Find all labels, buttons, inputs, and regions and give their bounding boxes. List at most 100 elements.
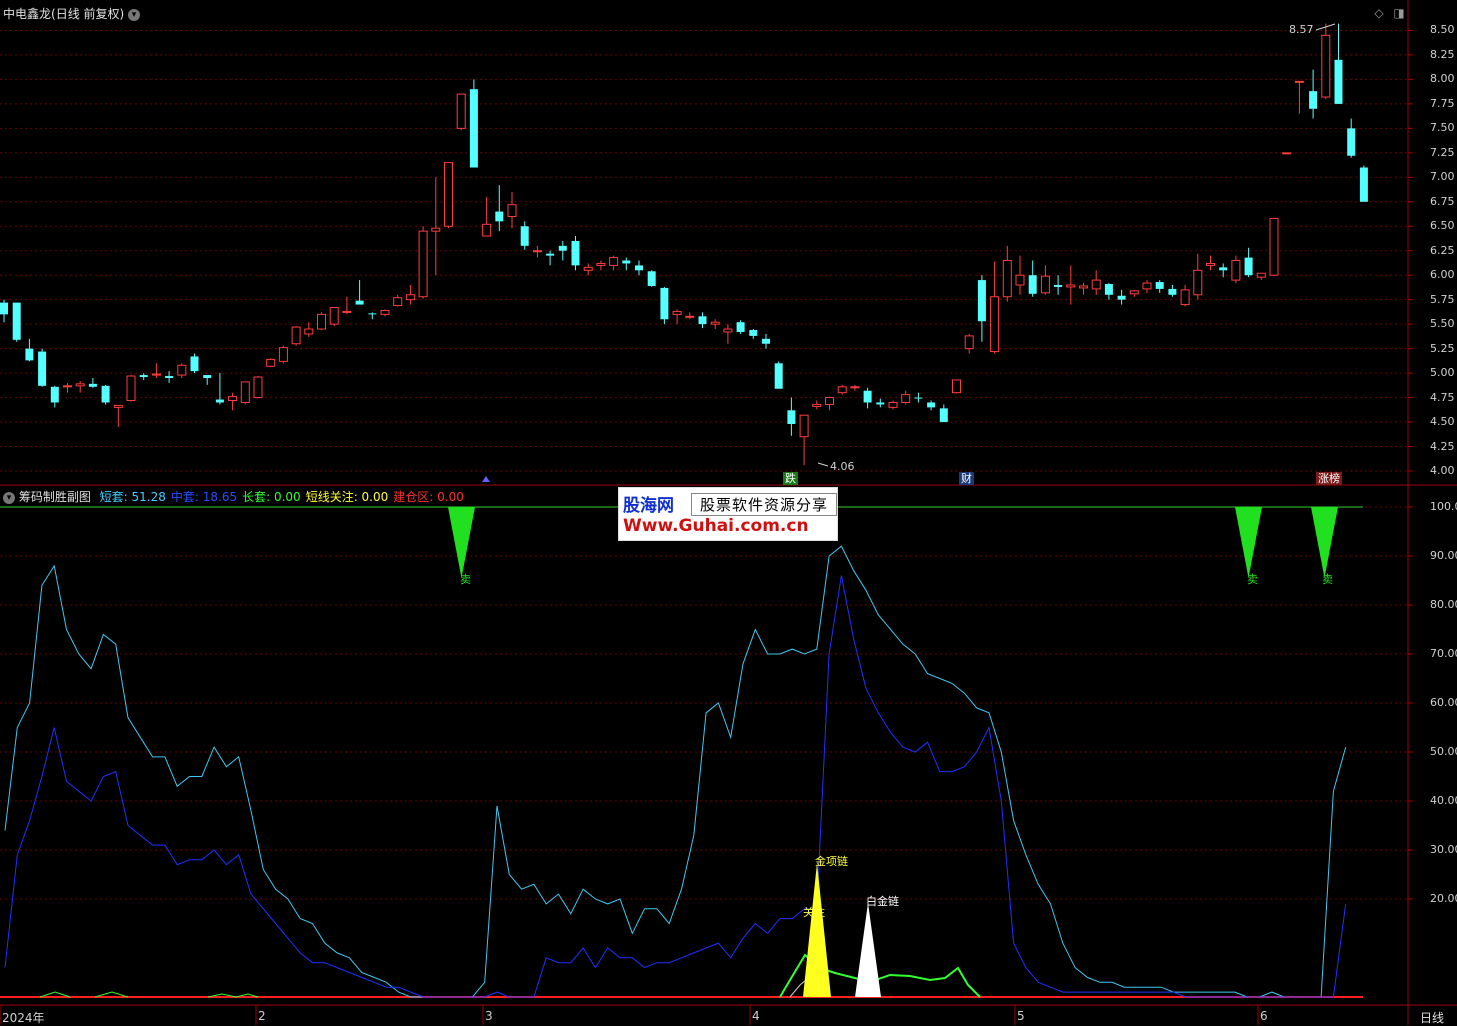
short-trap-line — [4, 545, 1347, 998]
event-badge-top-gainer[interactable]: 涨榜 — [1316, 472, 1342, 485]
price-tick-label-14: 5.00 — [1430, 366, 1455, 380]
indicator-tick-label-1: 90.00 — [1430, 549, 1457, 562]
chevron-down-icon[interactable]: ▾ — [3, 491, 15, 504]
candle-body-down — [939, 408, 948, 423]
candle-body-up — [952, 379, 961, 394]
candle-body-up — [342, 310, 352, 313]
price-tick-label-1: 8.25 — [1430, 47, 1455, 61]
indicator-tick-label-6: 40.00 — [1430, 794, 1457, 807]
white-chain-label: 白金链 — [866, 895, 899, 908]
event-marker — [482, 476, 490, 482]
indicator-tick-label-0: 100.0 — [1430, 500, 1457, 513]
indicator-tick-label-2: 80.00 — [1430, 598, 1457, 611]
candle-body-up — [431, 227, 441, 232]
candle-body-down — [190, 356, 199, 372]
diamond-icon[interactable]: ◇ — [1372, 6, 1386, 20]
candle-body-up — [825, 397, 834, 405]
candle-body-down — [749, 330, 758, 336]
candle-body-down — [1334, 59, 1343, 104]
candle-body-up — [75, 383, 85, 387]
candle-body-down — [1359, 167, 1368, 202]
candle-body-up — [444, 162, 453, 227]
event-badge-finance[interactable]: 财 — [959, 472, 974, 485]
candle-body-down — [469, 89, 478, 168]
candle-body-up — [583, 266, 593, 271]
candle-body-up — [240, 381, 250, 403]
date-label-4: 5 — [1017, 1009, 1025, 1023]
candle-body-up — [253, 376, 263, 399]
indicator-tick-label-3: 70.00 — [1430, 647, 1457, 660]
candle-body-up — [850, 386, 860, 389]
candle-body-down — [660, 287, 669, 320]
price-tick-label-7: 6.75 — [1430, 194, 1455, 208]
price-tick-label-4: 7.50 — [1430, 121, 1455, 135]
candle-body-down — [139, 375, 148, 378]
candle-body-down — [50, 386, 59, 403]
candle-body-down — [1104, 284, 1113, 295]
candle-body-down — [927, 402, 936, 408]
candle-body-down — [762, 338, 770, 344]
date-label-2: 3 — [485, 1009, 493, 1023]
price-tick-label-16: 4.50 — [1430, 415, 1455, 429]
candle-body-up — [151, 373, 161, 376]
low-price-note: 4.06 — [830, 460, 855, 473]
period-button[interactable]: 日线 — [1420, 1009, 1444, 1026]
sell-signal-triangle — [1311, 507, 1338, 578]
window-toggle-icon[interactable]: ◨ — [1392, 6, 1406, 20]
candle-body-up — [126, 375, 136, 402]
candle-body-up — [329, 307, 339, 325]
candle-body-down — [0, 302, 8, 315]
candle-body-down — [203, 375, 212, 378]
candle-body-down — [558, 245, 567, 251]
candle-body-up — [596, 262, 606, 266]
candle-body-up — [1066, 284, 1076, 288]
candle-body-down — [88, 383, 97, 387]
sell-label-1: 卖 — [1247, 573, 1258, 586]
candle-body-down — [355, 300, 364, 305]
candle-body-up — [685, 315, 695, 318]
candle-body-up — [393, 297, 403, 307]
price-tick-label-2: 8.00 — [1430, 72, 1455, 86]
candle-body-up — [672, 310, 682, 315]
price-tick-label-17: 4.25 — [1430, 439, 1455, 453]
price-tick-label-8: 6.50 — [1430, 219, 1455, 233]
candle-body-up — [1256, 272, 1266, 278]
watermark-banner: 股海网 股票软件资源分享 Www.Guhai.com.cn — [618, 487, 838, 541]
candle-body-up — [418, 230, 428, 298]
price-tick-label-0: 8.50 — [1430, 23, 1455, 37]
candle-body-up — [609, 257, 619, 266]
price-tick-label-9: 6.25 — [1430, 243, 1455, 257]
price-tick-label-10: 6.00 — [1430, 268, 1455, 282]
watermark-brand: 股海网 — [623, 496, 674, 516]
sell-label-2: 卖 — [1322, 573, 1333, 586]
candle-body-down — [571, 240, 580, 266]
candle-body-up — [1129, 290, 1139, 295]
candle-body-down — [1244, 257, 1253, 276]
candle-body-down — [215, 399, 224, 403]
candle-body-up — [812, 403, 822, 407]
mid-trap-line — [4, 575, 1347, 998]
candle-body-down — [1219, 267, 1228, 271]
sell-signal-triangle — [1235, 507, 1262, 578]
candle-body-down — [546, 253, 555, 256]
candle-body-up — [1015, 274, 1025, 286]
price-tick-label-13: 5.25 — [1430, 341, 1455, 355]
candle-body-down — [495, 211, 504, 222]
candle-body-up — [278, 347, 288, 362]
event-badge-fall[interactable]: 跌 — [783, 472, 798, 485]
candle-body-up — [177, 364, 187, 376]
candle-body-down — [1028, 275, 1037, 294]
candle-body-down — [698, 316, 707, 325]
candle-body-up — [799, 414, 809, 438]
date-label-5: 6 — [1260, 1009, 1268, 1023]
white-chain-spike — [855, 903, 881, 997]
chevron-down-icon[interactable]: ▾ — [128, 8, 141, 21]
low-note-arrow — [817, 462, 829, 467]
period-label: (日线 前复权) — [51, 7, 125, 21]
candle-body-down — [914, 397, 923, 399]
candle-body-up — [113, 404, 123, 408]
candle-body-up — [1091, 279, 1101, 290]
candle-body-up — [291, 326, 301, 345]
candle-body-up — [304, 328, 314, 335]
stock-name: 中电鑫龙 — [3, 7, 52, 21]
